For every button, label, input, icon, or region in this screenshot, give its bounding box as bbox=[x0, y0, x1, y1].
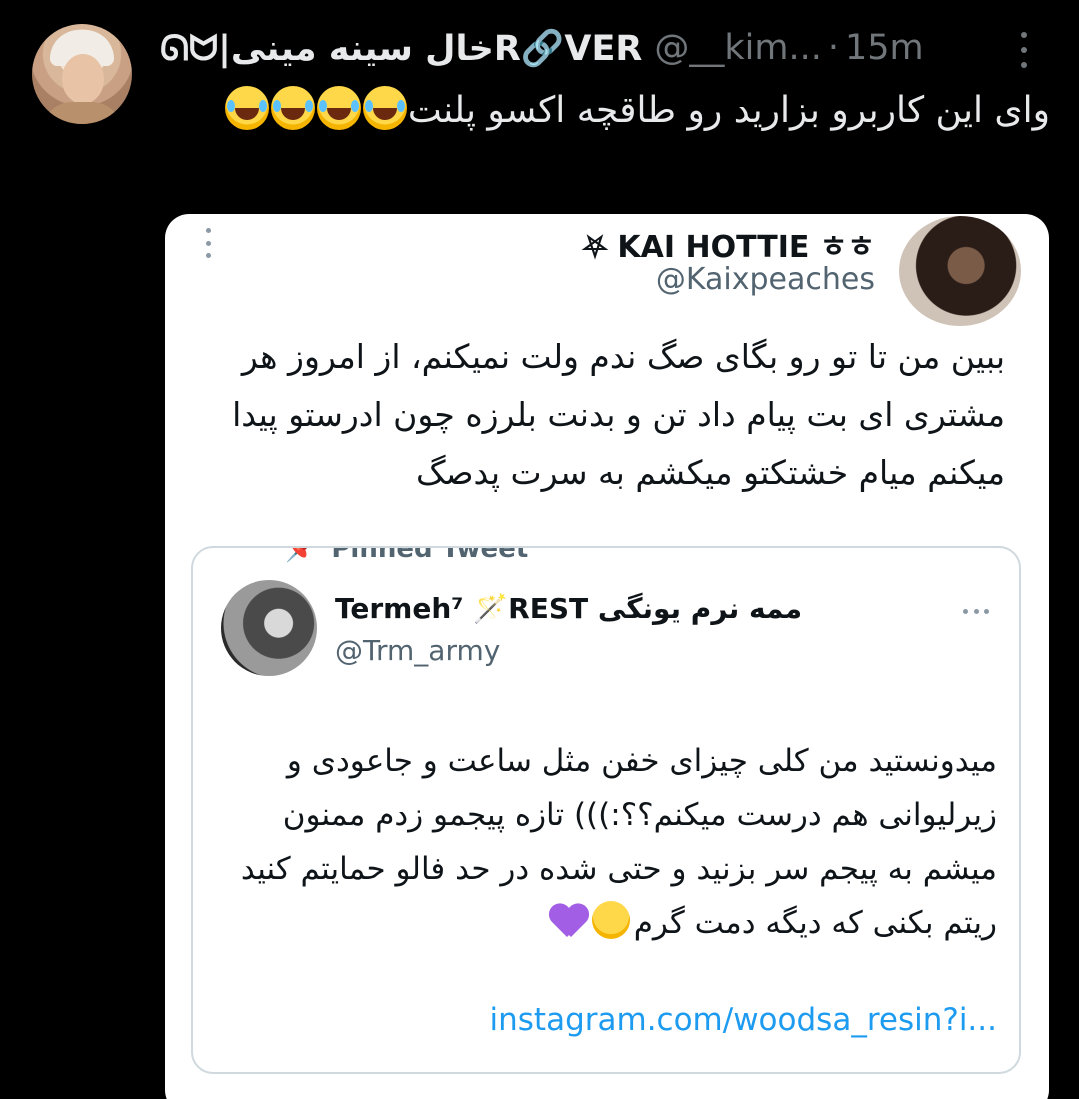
instagram-link[interactable]: instagram.com/woodsa_resin?i... bbox=[437, 1002, 997, 1038]
tears-of-joy-emoji-icon bbox=[224, 86, 269, 130]
tweet-body: وای این کاربرو بزارید رو طاقچه اکسو پلنت bbox=[407, 90, 1050, 131]
tweet-header: ᘏᗢ|خال سینه مینیR🔗VER @__kim... · 15m bbox=[160, 26, 990, 70]
pinned-label: 📌 Pinned Tweet bbox=[285, 546, 529, 564]
pinned-more-icon[interactable] bbox=[963, 608, 989, 614]
tweet-timestamp[interactable]: 15m bbox=[845, 28, 924, 68]
quote-display-name[interactable]: ⛧ KAI HOTTIE ㅎㅎ bbox=[565, 222, 875, 266]
wink-emoji-icon bbox=[591, 901, 630, 939]
pinned-label-text: Pinned Tweet bbox=[331, 546, 529, 564]
pinned-tweet-card[interactable]: 📌 Pinned Tweet Termeh⁷ 🪄REST ممه نرم یونگ… bbox=[191, 546, 1021, 1074]
tears-of-joy-emoji-icon bbox=[362, 86, 407, 130]
pinned-text: میدونستید من کلی چیزای خفن مثل ساعت و جا… bbox=[219, 734, 997, 950]
pinned-handle[interactable]: @Trm_army bbox=[335, 634, 500, 667]
author-handle[interactable]: @__kim... bbox=[654, 28, 821, 68]
quote-avatar[interactable] bbox=[899, 216, 1021, 326]
header-separator: · bbox=[827, 28, 839, 68]
quote-handle[interactable]: @Kaixpeaches bbox=[565, 262, 875, 297]
purple-heart-icon bbox=[550, 905, 588, 939]
quote-text: ببین من تا تو رو بگای صگ ندم ولت نمیکنم،… bbox=[232, 337, 1005, 492]
tweet-text: وای این کاربرو بزارید رو طاقچه اکسو پلنت bbox=[180, 82, 1050, 140]
screen: ᘏᗢ|خال سینه مینیR🔗VER @__kim... · 15m وا… bbox=[0, 0, 1079, 1099]
tears-of-joy-emoji-icon bbox=[316, 86, 361, 130]
pinned-author-avatar[interactable] bbox=[221, 580, 317, 676]
quote-more-icon[interactable] bbox=[203, 228, 213, 258]
author-avatar[interactable] bbox=[32, 24, 132, 124]
pinned-body: میدونستید من کلی چیزای خفن مثل ساعت و جا… bbox=[240, 743, 997, 887]
tears-of-joy-emoji-icon bbox=[270, 86, 315, 130]
author-display-name[interactable]: ᘏᗢ|خال سینه مینیR🔗VER bbox=[160, 28, 642, 69]
pin-icon: 📌 bbox=[285, 546, 318, 564]
pinned-display-name[interactable]: Termeh⁷ 🪄REST ممه نرم یونگی bbox=[335, 592, 802, 625]
pinned-last-line: ریتم بکنی که دیگه دمت گرم bbox=[633, 905, 997, 941]
more-options-icon[interactable] bbox=[1016, 32, 1032, 68]
quoted-tweet-card[interactable]: ⛧ KAI HOTTIE ㅎㅎ @Kaixpeaches ببین من تا … bbox=[165, 214, 1049, 1099]
